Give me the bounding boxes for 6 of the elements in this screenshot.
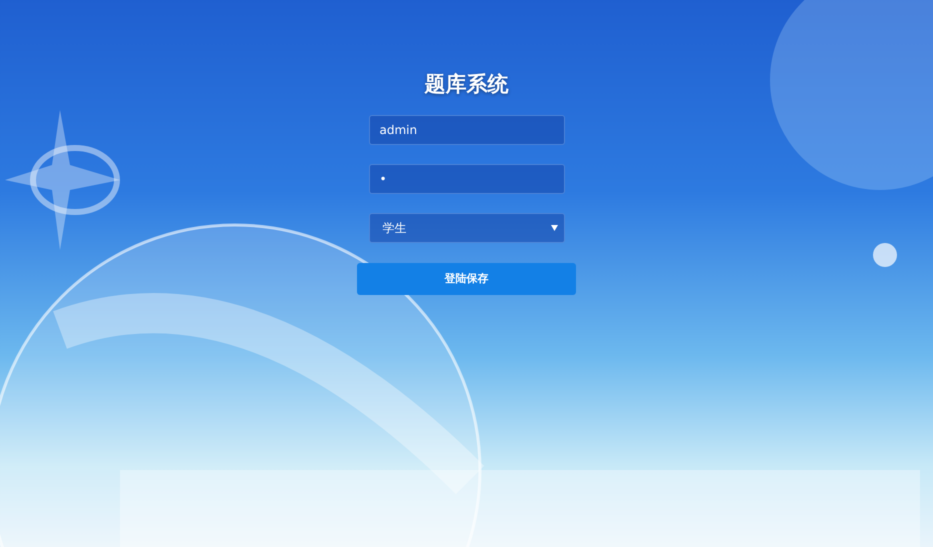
caret-icon [550, 225, 558, 232]
username-field[interactable]: admin [368, 115, 564, 146]
password-field[interactable]: • [368, 164, 564, 194]
role-select[interactable]: 学生 [368, 213, 564, 244]
page-title: 题库系统 [424, 72, 508, 98]
login-button[interactable]: 登陆保存 [357, 263, 576, 296]
